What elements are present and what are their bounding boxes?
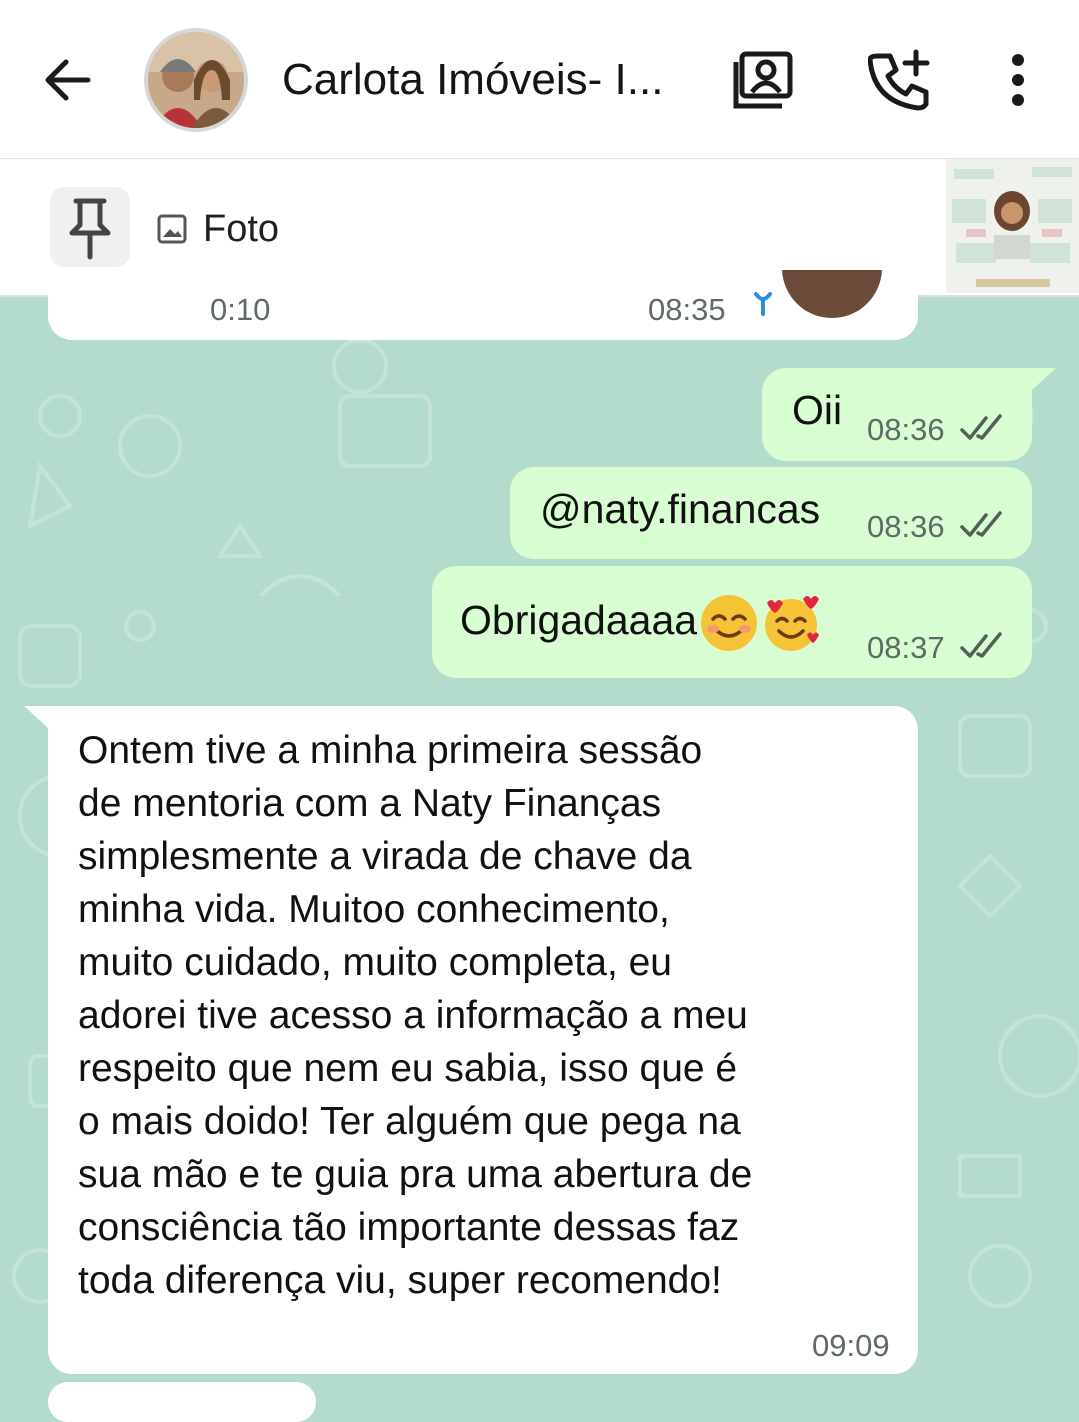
- message-line: adorei tive acesso a informação a meu: [78, 994, 748, 1037]
- message-text: Oii: [792, 387, 843, 433]
- read-ticks-icon: [960, 632, 1002, 658]
- contact-name[interactable]: Carlota Imóveis- I...: [282, 50, 692, 110]
- bubble-tail: [24, 706, 48, 728]
- message-time: 08:36: [867, 509, 945, 544]
- add-call-icon[interactable]: [868, 48, 932, 112]
- message-line: respeito que nem eu sabia, isso que é: [78, 1047, 738, 1090]
- message-line: Ontem tive a minha primeira sessão: [78, 729, 703, 772]
- message-text: @naty.financas: [540, 486, 821, 532]
- message-line: de mentoria com a Naty Finanças: [78, 782, 662, 825]
- chat-header: Carlota Imóveis- I...: [0, 0, 1079, 159]
- incoming-message[interactable]: Ontem tive a minha primeira sessão de me…: [24, 706, 918, 1374]
- message-time: 08:36: [867, 412, 945, 447]
- contact-card-icon[interactable]: [732, 48, 796, 112]
- message-line: toda diferença viu, super recomendo!: [78, 1259, 722, 1302]
- mic-icon: [754, 292, 772, 316]
- bubble-tail: [1032, 368, 1056, 390]
- message-line: consciência tão importante dessas faz: [78, 1206, 740, 1249]
- outgoing-message[interactable]: Oii 08:36: [762, 368, 1056, 461]
- smiling-face-emoji: [701, 595, 758, 652]
- audio-duration: 0:10: [210, 292, 271, 327]
- image-icon: [157, 214, 187, 244]
- incoming-message-partial[interactable]: [48, 1382, 316, 1422]
- message-text-content: Obrigadaaaa: [460, 597, 698, 643]
- incoming-audio-message[interactable]: 0:10 08:35: [48, 270, 918, 340]
- sender-avatar: [782, 270, 882, 320]
- pin-icon-container[interactable]: [50, 187, 130, 267]
- smiling-face-with-hearts-emoji: [765, 596, 820, 652]
- pinned-label: Foto: [203, 208, 280, 250]
- message-time: 08:35: [648, 292, 726, 327]
- message-line: simplesmente a virada de chave da: [78, 835, 692, 878]
- message-line: sua mão e te guia pra uma abertura de: [78, 1153, 753, 1196]
- message-line: muito cuidado, muito completa, eu: [78, 941, 672, 984]
- outgoing-message[interactable]: @naty.financas 08:36: [510, 467, 1032, 559]
- read-ticks-icon: [960, 414, 1002, 440]
- message-text: Obrigadaaaa: [460, 590, 821, 653]
- message-time: 08:37: [867, 630, 945, 665]
- more-vertical-icon[interactable]: [986, 48, 1050, 112]
- message-time: 09:09: [812, 1328, 890, 1363]
- message-line: o mais doido! Ter alguém que pega na: [78, 1100, 741, 1143]
- contact-avatar[interactable]: [144, 28, 248, 132]
- arrow-back-icon[interactable]: [40, 52, 96, 108]
- pinned-photo-thumbnail[interactable]: [946, 159, 1079, 293]
- read-ticks-icon: [960, 511, 1002, 537]
- message-line: minha vida. Muitoo conhecimento,: [78, 888, 670, 931]
- pin-icon: [69, 198, 111, 260]
- outgoing-message[interactable]: Obrigadaaaa 08:37: [432, 566, 1032, 678]
- message-body: Ontem tive a minha primeira sessão de me…: [78, 724, 752, 1307]
